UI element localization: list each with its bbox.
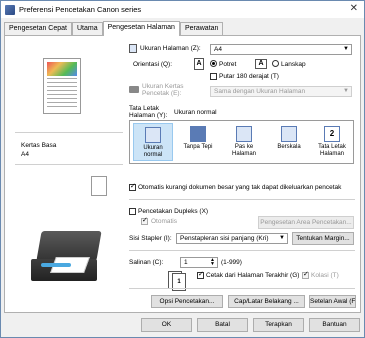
page-size-select[interactable]: A4 ▼ (210, 44, 352, 55)
specify-margin-button[interactable]: Tentukan Margin... (292, 232, 354, 245)
stapling-side-select[interactable]: Penstapleran sisi panjang (Kri) ▼ (176, 233, 288, 244)
layout-borderless[interactable]: Tanpa Tepi (177, 123, 219, 161)
orientation-label: Orientasi (Q): (133, 61, 173, 68)
printer-paper-size-select[interactable]: Sama dengan Ukuran Halaman ▼ (210, 86, 352, 97)
page-setup-panel: Kertas Basa A4 Ukuran Halaman (Z): A4 ▼ O… (4, 35, 361, 313)
rotate-180-label: Putar 180 derajat (T) (219, 73, 279, 80)
landscape-label: Lanskap (281, 61, 306, 68)
tab-page-setup[interactable]: Pengesetan Halaman (102, 21, 180, 36)
paper-size-label: A4 (21, 151, 29, 158)
print-area-setup-button[interactable]: Pengesetan Area Pencetakan... (258, 216, 354, 229)
print-from-last-page-label: Cetak dari Halaman Terakhir (G) (206, 272, 300, 279)
duplex-checkbox[interactable] (129, 208, 136, 215)
landscape-radio[interactable] (272, 60, 279, 67)
portrait-radio[interactable] (210, 60, 217, 67)
layout-multipage-icon: 2 (324, 126, 340, 142)
printer-paper-size-label: Ukuran Kertas Pencetak (E): (142, 83, 184, 97)
chevron-down-icon: ▼ (343, 88, 349, 94)
tab-quick-setup[interactable]: Pengesetan Cepat (4, 22, 72, 35)
portrait-icon: A (194, 58, 204, 70)
layout-normal-icon (145, 127, 161, 143)
rotate-180-checkbox[interactable] (210, 73, 217, 80)
page-size-label: Ukuran Halaman (Z): (140, 45, 201, 52)
printer-illustration (21, 231, 117, 291)
window-title: Preferensi Pencetakan Canon series (19, 5, 142, 14)
page-layout-value: Ukuran normal (174, 109, 217, 116)
defaults-button[interactable]: Setelan Awal (F) (309, 295, 356, 308)
copies-label: Salinan (C): (129, 259, 164, 266)
chevron-down-icon: ▼ (279, 235, 285, 241)
spinner-arrows-icon: ▲ ▼ (210, 257, 215, 267)
help-button[interactable]: Bantuan (309, 318, 360, 332)
tab-main[interactable]: Utama (72, 22, 103, 35)
layout-borderless-icon (190, 126, 206, 142)
title-bar: Preferensi Pencetakan Canon series ✕ (1, 1, 364, 18)
paper-source-icon (91, 176, 107, 196)
printer-app-icon (5, 4, 15, 15)
layout-scaled-icon (281, 126, 297, 142)
collate-checkbox[interactable] (302, 270, 309, 279)
auto-reduce-label: Otomatis kurangi dokumen besar yang tak … (138, 184, 342, 191)
duplex-label: Pencetakan Dupleks (X) (138, 208, 209, 215)
copies-spinner[interactable]: 1 ▲ ▼ (180, 257, 218, 268)
preview-image (47, 62, 77, 76)
duplex-auto-label: Otomatis (151, 218, 178, 225)
stapling-side-label: Sisi Stapler (I): (129, 235, 172, 242)
printing-preferences-window: Preferensi Pencetakan Canon series ✕ Pen… (0, 0, 365, 338)
portrait-label: Potret (219, 61, 237, 68)
tab-strip: Pengesetan Cepat Utama Pengesetan Halama… (4, 21, 224, 36)
page-layout-list: Ukuran normal Tanpa Tepi Pas ke Halaman … (129, 120, 354, 164)
layout-normal-size[interactable]: Ukuran normal (133, 123, 173, 161)
layout-page-layout[interactable]: 2 Tata Letak Halaman (312, 123, 352, 161)
print-options-button[interactable]: Opsi Pencetakan... (151, 295, 223, 308)
page-icon (129, 44, 137, 53)
stamp-background-button[interactable]: Cap/Latar Belakang ... (228, 295, 305, 308)
tab-maintenance[interactable]: Perawatan (179, 22, 224, 35)
duplex-auto-checkbox[interactable] (141, 216, 148, 225)
page-layout-label: Tata Letak Halaman (Y): (129, 105, 168, 119)
auto-reduce-checkbox[interactable] (129, 182, 136, 191)
chevron-down-icon: ▼ (343, 46, 349, 52)
close-icon[interactable]: ✕ (350, 3, 358, 14)
print-from-last-page-checkbox[interactable] (197, 270, 204, 279)
layout-fit-to-page[interactable]: Pas ke Halaman (223, 123, 265, 161)
copies-range: (1-999) (221, 259, 242, 266)
page-preview (43, 58, 81, 114)
apply-button[interactable]: Terapkan (253, 318, 304, 332)
media-type-label: Kertas Basa (21, 142, 57, 149)
layout-fit-icon (236, 126, 252, 142)
printer-paper-icon (129, 86, 139, 93)
ok-button[interactable]: OK (141, 318, 192, 332)
preview-text-lines (47, 78, 77, 79)
collate-label: Kolasi (T) (311, 272, 339, 279)
layout-scaled[interactable]: Berskala (269, 123, 309, 161)
landscape-icon: A (255, 59, 267, 69)
cancel-button[interactable]: Batal (197, 318, 248, 332)
